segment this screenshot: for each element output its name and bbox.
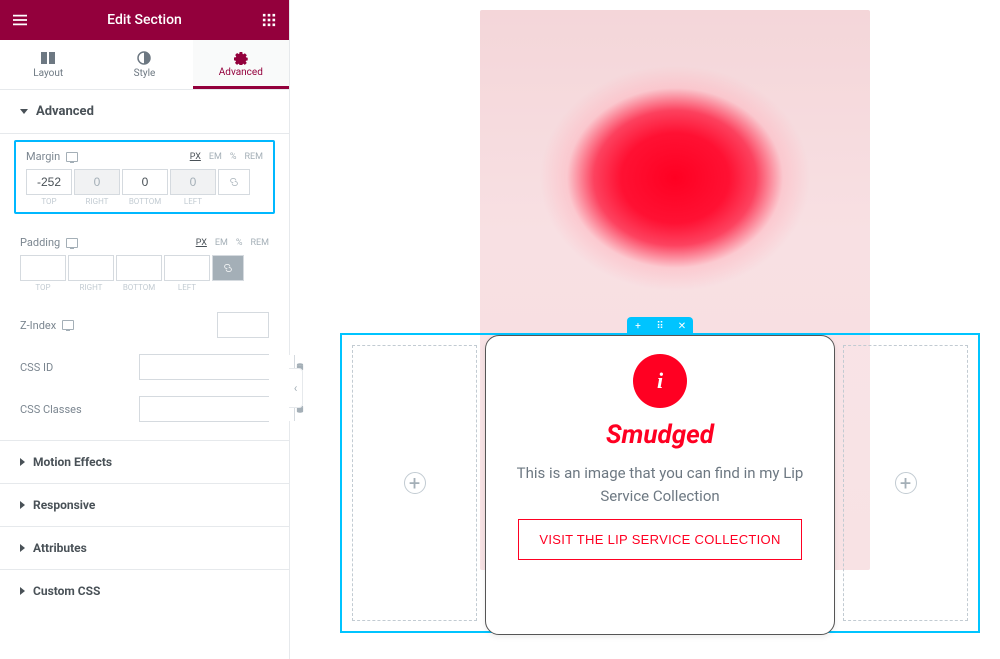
margin-right-input[interactable] xyxy=(74,169,120,195)
tab-style-label: Style xyxy=(134,68,156,79)
margin-units: PX EM % REM xyxy=(190,152,263,162)
cssid-row: CSS ID xyxy=(0,346,289,388)
legend-top: TOP xyxy=(20,283,66,292)
section-add-button[interactable]: + xyxy=(627,317,649,335)
tab-layout-label: Layout xyxy=(33,68,63,79)
cssid-label: CSS ID xyxy=(20,361,53,374)
zindex-label: Z-Index xyxy=(20,319,56,332)
margin-left-input[interactable] xyxy=(170,169,216,195)
responsive-icon[interactable] xyxy=(66,238,78,248)
legend-top: TOP xyxy=(26,197,72,206)
caret-right-icon xyxy=(20,501,25,509)
section-advanced-title: Advanced xyxy=(36,104,94,119)
panel-collapse-button[interactable]: ‹ xyxy=(289,368,303,408)
unit-em[interactable]: EM xyxy=(215,238,228,248)
padding-link-icon[interactable] xyxy=(212,255,244,281)
cssclasses-label: CSS Classes xyxy=(20,403,82,416)
canvas: + ⠿ ✕ + + i Smudged This is an image tha… xyxy=(310,0,1000,659)
card-cta-button[interactable]: VISIT THE LIP SERVICE COLLECTION xyxy=(518,519,801,560)
legend-right: RIGHT xyxy=(68,283,114,292)
section-handle: + ⠿ ✕ xyxy=(627,317,693,335)
legend-left: LEFT xyxy=(164,283,210,292)
legend-right: RIGHT xyxy=(74,197,120,206)
unit-px[interactable]: PX xyxy=(196,238,207,248)
panel-title: Edit Section xyxy=(32,12,257,28)
info-icon: i xyxy=(633,354,687,408)
cssid-input[interactable] xyxy=(140,355,294,379)
tab-layout[interactable]: Layout xyxy=(0,40,96,89)
padding-left-input[interactable] xyxy=(164,255,210,281)
panel-header: Edit Section xyxy=(0,0,289,40)
unit-px[interactable]: PX xyxy=(190,152,201,162)
column-right[interactable]: + xyxy=(843,345,968,621)
tab-advanced[interactable]: Advanced xyxy=(193,40,289,89)
tab-advanced-label: Advanced xyxy=(219,67,263,78)
padding-control: Padding PX EM % REM TOP RIGHT BOTTOM LEF… xyxy=(0,224,289,304)
unit-rem[interactable]: REM xyxy=(250,238,269,248)
padding-units: PX EM % REM xyxy=(196,238,269,248)
cssclasses-input[interactable] xyxy=(140,397,294,421)
menu-icon[interactable] xyxy=(8,8,32,32)
caret-down-icon xyxy=(20,109,28,114)
cssclasses-row: CSS Classes xyxy=(0,388,289,430)
editor-panel: Edit Section Layout Style Advanced Advan… xyxy=(0,0,290,659)
padding-bottom-input[interactable] xyxy=(116,255,162,281)
caret-right-icon xyxy=(20,458,25,466)
unit-pct[interactable]: % xyxy=(236,238,243,248)
section-close-button[interactable]: ✕ xyxy=(671,317,693,335)
column-left[interactable]: + xyxy=(352,345,477,621)
panel-tabs: Layout Style Advanced xyxy=(0,40,289,90)
caret-right-icon xyxy=(20,587,25,595)
legend-bottom: BOTTOM xyxy=(122,197,168,206)
accordion-attributes[interactable]: Attributes xyxy=(0,526,289,569)
zindex-input[interactable] xyxy=(217,312,269,338)
padding-label: Padding xyxy=(20,236,60,249)
margin-bottom-input[interactable] xyxy=(122,169,168,195)
unit-pct[interactable]: % xyxy=(230,152,237,162)
unit-rem[interactable]: REM xyxy=(244,152,263,162)
zindex-row: Z-Index xyxy=(0,304,289,346)
legend-bottom: BOTTOM xyxy=(116,283,162,292)
info-card: i Smudged This is an image that you can … xyxy=(485,335,835,635)
legend-left: LEFT xyxy=(170,197,216,206)
accordion-responsive[interactable]: Responsive xyxy=(0,483,289,526)
padding-top-input[interactable] xyxy=(20,255,66,281)
add-widget-icon[interactable]: + xyxy=(895,472,917,494)
accordion-custom-css[interactable]: Custom CSS xyxy=(0,569,289,612)
margin-control-highlight: Margin PX EM % REM TOP RIGHT BOTTOM LEFT xyxy=(14,140,275,214)
apps-icon[interactable] xyxy=(257,8,281,32)
card-description: This is an image that you can find in my… xyxy=(500,462,820,507)
margin-label: Margin xyxy=(26,150,60,163)
caret-right-icon xyxy=(20,544,25,552)
card-title: Smudged xyxy=(606,420,714,450)
margin-link-icon[interactable] xyxy=(218,169,250,195)
responsive-icon[interactable] xyxy=(66,152,78,162)
tab-style[interactable]: Style xyxy=(96,40,192,89)
margin-top-input[interactable] xyxy=(26,169,72,195)
section-advanced-header[interactable]: Advanced xyxy=(0,90,289,134)
responsive-icon[interactable] xyxy=(62,320,74,330)
unit-em[interactable]: EM xyxy=(209,152,222,162)
padding-right-input[interactable] xyxy=(68,255,114,281)
add-widget-icon[interactable]: + xyxy=(404,472,426,494)
accordion-motion-effects[interactable]: Motion Effects xyxy=(0,440,289,483)
section-drag-handle[interactable]: ⠿ xyxy=(649,317,671,335)
